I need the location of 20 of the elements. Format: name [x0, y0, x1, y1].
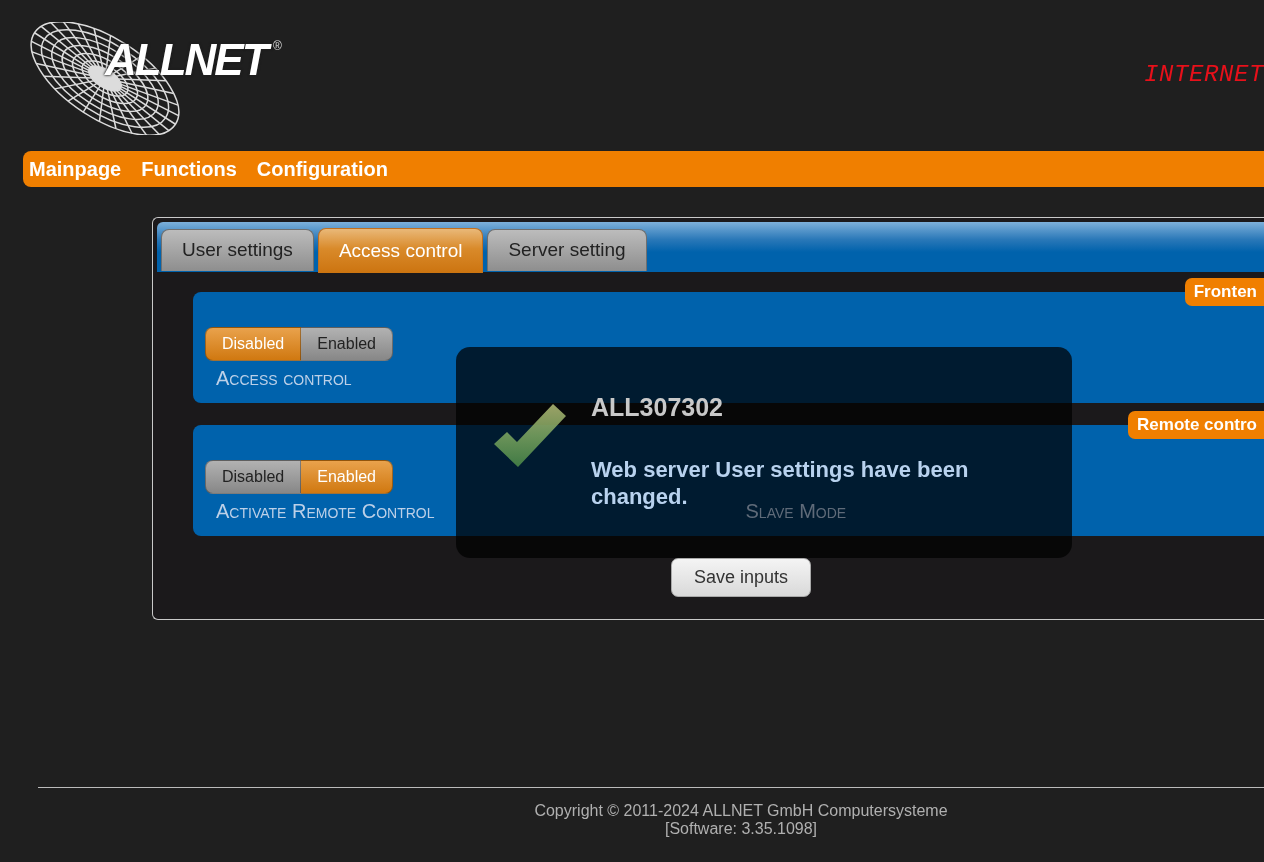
- status-display: INTERNET: [1143, 60, 1264, 90]
- section-badge: Fronten: [1184, 278, 1264, 306]
- software-version: [Software: 3.35.1098]: [664, 820, 818, 838]
- toggle-option[interactable]: Enabled: [301, 460, 393, 494]
- copyright-text: Copyright © 2011-2024 ALLNET GmbH Computersysteme: [534, 802, 948, 820]
- registered-mark: ®: [273, 39, 282, 53]
- setting-label: Access control: [216, 367, 352, 389]
- section-badge: Remote contro: [1128, 411, 1264, 439]
- tab[interactable]: Server setting: [487, 229, 647, 271]
- tab[interactable]: User settings: [161, 229, 314, 271]
- toggle-option[interactable]: Enabled: [301, 327, 393, 361]
- toggle-option[interactable]: Disabled: [205, 327, 302, 361]
- dialog-title: ALL307302: [591, 392, 725, 422]
- nav-link[interactable]: Mainpage: [29, 157, 122, 181]
- nav-link[interactable]: Functions: [141, 157, 237, 181]
- nav-link[interactable]: Configuration: [256, 157, 388, 181]
- toggle-option[interactable]: Disabled: [205, 460, 302, 494]
- setting-label: Activate Remote Control: [216, 500, 435, 522]
- tab[interactable]: Access control: [317, 228, 484, 273]
- save-button[interactable]: Save inputs: [671, 558, 812, 597]
